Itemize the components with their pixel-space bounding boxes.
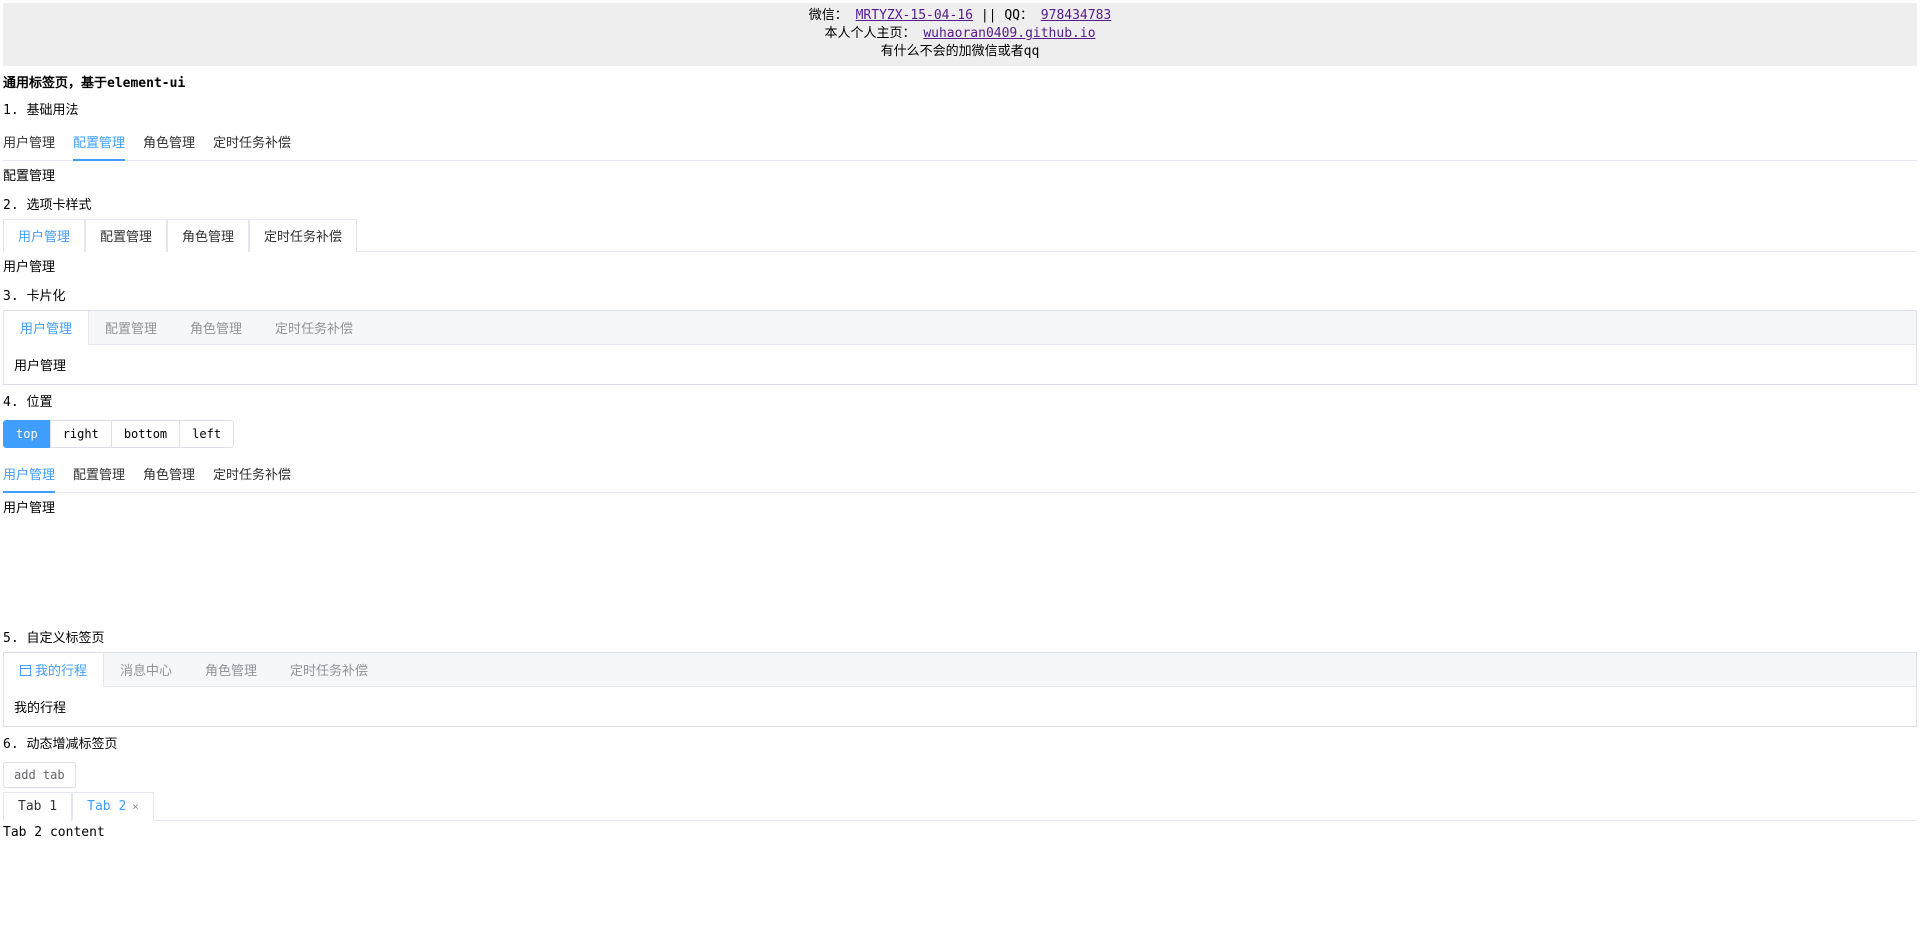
tab-task-comp[interactable]: 定时任务补偿 bbox=[259, 311, 370, 344]
tab-task-comp[interactable]: 定时任务补偿 bbox=[213, 124, 291, 160]
section6-label: 6. 动态增减标签页 bbox=[3, 733, 1917, 752]
tab-role-mgmt[interactable]: 角色管理 bbox=[189, 653, 274, 686]
tab-user-mgmt[interactable]: 用户管理 bbox=[3, 219, 85, 252]
section6-pane: Tab 2 content bbox=[3, 825, 1917, 840]
position-radio-group: top right bottom left bbox=[3, 420, 234, 448]
wechat-link[interactable]: MRTYZX-15-04-16 bbox=[856, 8, 973, 23]
tab-config-mgmt[interactable]: 配置管理 bbox=[73, 456, 125, 492]
tab-role-mgmt[interactable]: 角色管理 bbox=[143, 456, 195, 492]
top-banner: 微信： MRTYZX-15-04-16 || QQ： 978434783 本人个… bbox=[3, 3, 1917, 66]
tab-user-mgmt[interactable]: 用户管理 bbox=[4, 311, 89, 345]
tab-config-mgmt[interactable]: 配置管理 bbox=[89, 311, 174, 344]
close-icon[interactable]: × bbox=[132, 800, 139, 813]
section3-tabs: 用户管理 配置管理 角色管理 定时任务补偿 用户管理 bbox=[3, 310, 1917, 385]
pos-right[interactable]: right bbox=[50, 420, 112, 448]
wechat-label: 微信： bbox=[809, 8, 848, 23]
calendar-icon bbox=[20, 665, 31, 676]
pos-top[interactable]: top bbox=[3, 420, 51, 448]
section4-pane: 用户管理 bbox=[3, 497, 1917, 617]
tab-task-comp[interactable]: 定时任务补偿 bbox=[249, 219, 357, 252]
section4-label: 4. 位置 bbox=[3, 391, 1917, 410]
page-title: 通用标签页，基于element-ui bbox=[3, 72, 1917, 91]
tab-2[interactable]: Tab 2× bbox=[72, 792, 154, 821]
tab-role-mgmt[interactable]: 角色管理 bbox=[167, 219, 249, 252]
tab-task-comp[interactable]: 定时任务补偿 bbox=[213, 456, 291, 492]
tab-task-comp[interactable]: 定时任务补偿 bbox=[274, 653, 385, 686]
tab-user-mgmt[interactable]: 用户管理 bbox=[3, 124, 55, 160]
pos-left[interactable]: left bbox=[179, 420, 234, 448]
section2-label: 2. 选项卡样式 bbox=[3, 194, 1917, 213]
tab-my-schedule[interactable]: 我的行程 bbox=[4, 653, 104, 687]
tab-config-mgmt[interactable]: 配置管理 bbox=[73, 124, 125, 161]
section4-tabs: 用户管理 配置管理 角色管理 定时任务补偿 bbox=[3, 456, 1917, 493]
section5-tabs: 我的行程 消息中心 角色管理 定时任务补偿 我的行程 bbox=[3, 652, 1917, 727]
section6-tabs: Tab 1 Tab 2× bbox=[3, 792, 1917, 821]
tab-role-mgmt[interactable]: 角色管理 bbox=[143, 124, 195, 160]
section2-tabs: 用户管理 配置管理 角色管理 定时任务补偿 bbox=[3, 219, 1917, 252]
section5-pane: 我的行程 bbox=[4, 687, 1916, 726]
homepage-label: 本人个人主页： bbox=[824, 26, 915, 41]
add-tab-button[interactable]: add tab bbox=[3, 762, 76, 788]
section1-tabs: 用户管理 配置管理 角色管理 定时任务补偿 bbox=[3, 124, 1917, 161]
pos-bottom[interactable]: bottom bbox=[111, 420, 180, 448]
qq-link[interactable]: 978434783 bbox=[1041, 8, 1111, 23]
tab-msg-center[interactable]: 消息中心 bbox=[104, 653, 189, 686]
qq-label: QQ： bbox=[1004, 8, 1033, 23]
section3-label: 3. 卡片化 bbox=[3, 285, 1917, 304]
homepage-link[interactable]: wuhaoran0409.github.io bbox=[923, 26, 1095, 41]
help-text: 有什么不会的加微信或者qq bbox=[3, 43, 1917, 61]
tab-user-mgmt[interactable]: 用户管理 bbox=[3, 456, 55, 493]
tab-1[interactable]: Tab 1 bbox=[3, 792, 72, 821]
section2-pane: 用户管理 bbox=[3, 256, 1917, 275]
section1-pane: 配置管理 bbox=[3, 165, 1917, 184]
section1-label: 1. 基础用法 bbox=[3, 99, 1917, 118]
tab-role-mgmt[interactable]: 角色管理 bbox=[174, 311, 259, 344]
section3-pane: 用户管理 bbox=[4, 345, 1916, 384]
tab-config-mgmt[interactable]: 配置管理 bbox=[85, 219, 167, 252]
section5-label: 5. 自定义标签页 bbox=[3, 627, 1917, 646]
